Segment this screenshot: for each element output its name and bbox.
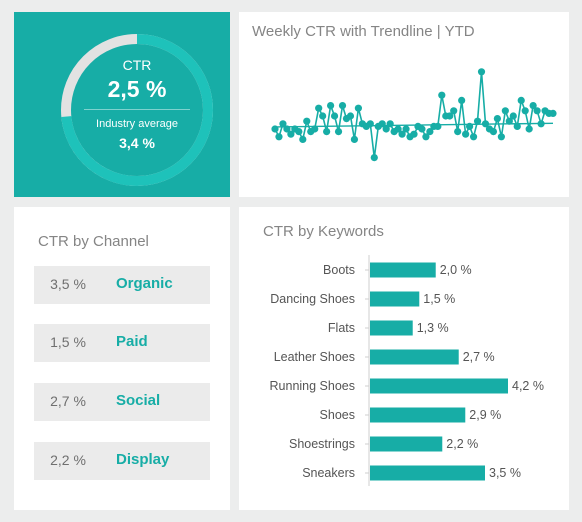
keyword-bar — [370, 436, 443, 452]
ctr-data-point — [327, 102, 335, 110]
ctr-data-point — [402, 125, 410, 133]
ctr-data-point — [338, 102, 347, 110]
keyword-label: Leather Shoes — [274, 350, 355, 364]
keyword-label: Flats — [328, 321, 355, 335]
ctr-data-point — [513, 122, 521, 130]
ctr-data-point — [517, 96, 525, 104]
keyword-label: Boots — [323, 263, 355, 277]
ctr-data-point — [438, 91, 446, 99]
ctr-data-point — [454, 128, 462, 136]
channel-row-paid: 1,5 % Paid — [34, 324, 210, 362]
keyword-label: Shoes — [320, 408, 355, 422]
ctr-data-point — [521, 107, 529, 115]
keyword-label: Dancing Shoes — [270, 292, 355, 306]
weekly-ctr-line-chart — [271, 68, 557, 162]
ctr-data-point — [469, 133, 478, 141]
ctr-data-point — [311, 125, 319, 133]
keyword-value-label: 2,0 % — [440, 263, 472, 277]
ctr-data-point — [473, 117, 482, 125]
ctr-data-point — [466, 122, 474, 130]
ctr-data-point — [386, 120, 394, 128]
ctr-data-point — [458, 96, 466, 104]
keyword-bar — [370, 349, 459, 365]
ctr-data-point — [334, 128, 343, 136]
ctr-data-point — [275, 133, 283, 141]
keyword-bar — [370, 465, 485, 481]
ctr-data-point — [525, 125, 533, 133]
keyword-label: Sneakers — [302, 466, 355, 480]
ctr-data-point — [450, 107, 458, 115]
ctr-data-point — [323, 128, 331, 136]
channel-name: Organic — [116, 275, 173, 292]
ctr-data-point — [410, 130, 418, 138]
kpi-divider — [84, 109, 190, 110]
ctr-data-point — [462, 130, 470, 138]
keyword-value-label: 2,9 % — [469, 408, 501, 422]
industry-average-label: Industry average — [96, 118, 178, 130]
ctr-data-point — [295, 128, 303, 136]
channel-value: 2,2 % — [50, 452, 86, 468]
keyword-bar — [370, 291, 420, 307]
ctr-data-point — [330, 112, 339, 120]
ctr-value: 2,5 % — [107, 76, 167, 102]
industry-average-value: 3,4 % — [119, 135, 155, 151]
keyword-bar — [370, 320, 413, 336]
ctr-data-point — [299, 135, 307, 143]
ctr-data-point — [303, 117, 311, 125]
channel-name: Paid — [116, 333, 148, 350]
channel-name: Social — [116, 392, 161, 409]
weekly-ctr-panel: Weekly CTR with Trendline | YTD — [239, 12, 569, 197]
ctr-data-point — [533, 107, 541, 115]
ctr-data-point — [319, 112, 327, 120]
ctr-data-point — [418, 125, 426, 133]
keyword-value-label: 3,5 % — [489, 466, 521, 480]
ctr-data-point — [350, 135, 359, 143]
keyword-label: Running Shoes — [270, 379, 355, 393]
keyword-bar — [370, 262, 436, 278]
channel-name: Display — [116, 451, 170, 468]
ctr-data-point — [477, 68, 486, 76]
ctr-data-point — [509, 112, 517, 120]
channel-row-organic: 3,5 % Organic — [34, 266, 210, 304]
ctr-data-point — [346, 112, 355, 120]
keyword-value-label: 2,7 % — [463, 350, 495, 364]
ctr-by-keywords-panel: CTR by Keywords Boots 2,0 % Dancing Shoes 1… — [239, 207, 569, 510]
channel-row-display: 2,2 % Display — [34, 442, 210, 480]
keyword-label: Shoestrings — [289, 437, 355, 451]
ctr-data-point — [354, 104, 362, 112]
ctr-by-channel-title: CTR by Channel — [38, 233, 149, 250]
channel-value: 1,5 % — [50, 334, 86, 350]
keyword-value-label: 2,2 % — [446, 437, 478, 451]
ctr-data-point — [271, 125, 279, 133]
keyword-bar-chart: Boots 2,0 % Dancing Shoes 1,5 % Flats 1,3 % Le… — [270, 255, 544, 486]
keyword-bar — [370, 378, 508, 394]
ctr-data-point — [549, 109, 557, 117]
keyword-value-label: 4,2 % — [512, 379, 544, 393]
ctr-data-point — [434, 122, 442, 130]
ctr-data-point — [366, 120, 374, 128]
keyword-value-label: 1,5 % — [423, 292, 455, 306]
ctr-data-point — [370, 154, 378, 162]
ctr-data-point — [537, 120, 545, 128]
ctr-data-point — [489, 128, 498, 136]
ctr-label: CTR — [122, 57, 152, 73]
ctr-data-point — [501, 107, 509, 115]
ctr-data-point — [315, 104, 323, 112]
keyword-bar — [370, 407, 466, 423]
channel-value: 3,5 % — [50, 276, 86, 292]
ctr-data-point — [497, 133, 505, 141]
ctr-by-channel-panel: CTR by Channel 3,5 % Organic 1,5 % Paid … — [14, 207, 230, 510]
ctr-data-point — [493, 115, 501, 123]
channel-value: 2,7 % — [50, 393, 86, 409]
channel-row-social: 2,7 % Social — [34, 383, 210, 421]
ctr-kpi-panel: CTR 2,5 % Industry average 3,4 % — [14, 12, 230, 197]
keyword-value-label: 1,3 % — [417, 321, 449, 335]
